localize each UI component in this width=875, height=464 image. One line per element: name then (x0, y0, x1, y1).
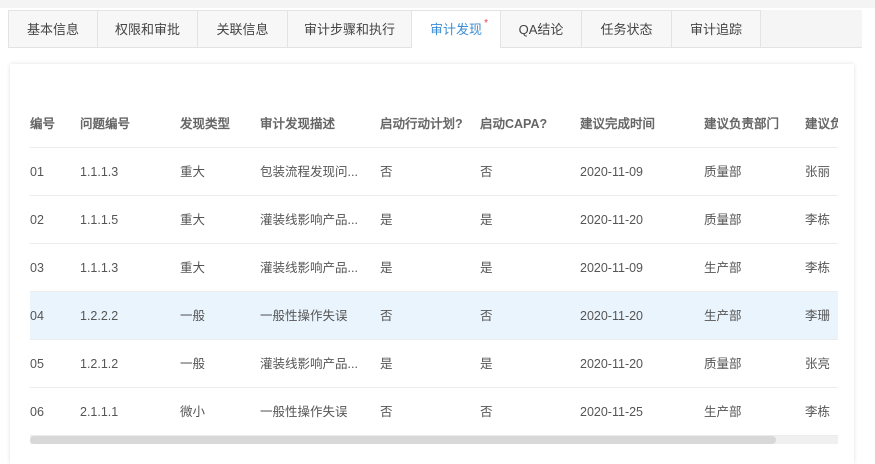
findings-panel: 编号 问题编号 发现类型 审计发现描述 启动行动计划? 启动CAPA? 建议完成… (10, 64, 854, 464)
table-cell: 2020-11-20 (580, 309, 644, 323)
table-cell: 包装流程发现问... (260, 165, 358, 179)
table-cell: 微小 (180, 405, 206, 419)
tab-label: 基本信息 (26, 22, 79, 37)
table-row[interactable]: 03 1.1.1.3 重大 灌装线影响产品... 是 是 2020-11-09 … (30, 244, 838, 292)
tab-related-info[interactable]: 关联信息 (197, 10, 288, 47)
column-header[interactable]: 审计发现描述 (260, 100, 372, 148)
table-cell: 04 (30, 309, 44, 323)
table-cell: 是 (480, 357, 493, 371)
tab-label: 关联信息 (216, 22, 269, 37)
table-cell: 重大 (180, 261, 206, 275)
table-row[interactable]: 05 1.2.1.2 一般 灌装线影响产品... 是 是 2020-11-20 … (30, 340, 838, 388)
table-cell: 生产部 (704, 405, 742, 419)
scrollbar-thumb[interactable] (30, 436, 776, 444)
table-cell: 否 (380, 405, 393, 419)
table-cell: 是 (480, 261, 493, 275)
table-cell: 06 (30, 405, 44, 419)
tab-basic-info[interactable]: 基本信息 (8, 10, 98, 47)
table-cell: 是 (480, 213, 493, 227)
table-cell: 一般 (180, 309, 206, 323)
table-cell: 01 (30, 165, 44, 179)
table-cell: 生产部 (704, 261, 742, 275)
table-cell: 2.1.1.1 (80, 405, 119, 419)
table-row-selected[interactable]: 04 1.2.2.2 一般 一般性操作失误 否 否 2020-11-20 生产部… (30, 292, 838, 340)
table-row[interactable]: 06 2.1.1.1 微小 一般性操作失误 否 否 2020-11-25 生产部… (30, 388, 838, 436)
tab-bar: 基本信息 权限和审批 关联信息 审计步骤和执行 审计发现 * QA结论 任务状态 … (8, 10, 862, 48)
table-cell: 2020-11-20 (580, 213, 644, 227)
table-cell: 03 (30, 261, 44, 275)
tab-label: QA结论 (518, 22, 564, 37)
table-cell: 张丽 (805, 165, 831, 179)
column-header[interactable]: 编号 (30, 100, 70, 148)
table-cell: 否 (480, 165, 493, 179)
table-cell: 1.1.1.3 (80, 165, 119, 179)
tab-label: 审计步骤和执行 (303, 22, 395, 37)
column-header[interactable]: 建议负责部门 (704, 100, 799, 148)
table-cell: 灌装线影响产品... (260, 357, 358, 371)
column-header[interactable]: 问题编号 (80, 100, 170, 148)
table-cell: 是 (380, 261, 393, 275)
table-cell: 否 (380, 309, 393, 323)
column-header[interactable]: 发现类型 (180, 100, 250, 148)
table-header-row: 编号 问题编号 发现类型 审计发现描述 启动行动计划? 启动CAPA? 建议完成… (30, 100, 838, 148)
table-cell: 1.2.1.2 (80, 357, 119, 371)
table-cell: 李栋 (805, 405, 831, 419)
tab-audit-findings[interactable]: 审计发现 * (411, 10, 501, 48)
table-cell: 02 (30, 213, 44, 227)
table-cell: 李栋 (805, 213, 831, 227)
tab-label: 权限和审批 (114, 22, 180, 37)
column-header[interactable]: 启动行动计划? (380, 100, 475, 148)
table-cell: 李栋 (805, 261, 831, 275)
horizontal-scrollbar[interactable] (30, 436, 838, 444)
table-cell: 一般性操作失误 (260, 309, 348, 323)
tab-audit-trail[interactable]: 审计追踪 (671, 10, 761, 47)
table-cell: 2020-11-09 (580, 165, 644, 179)
table-cell: 1.2.2.2 (80, 309, 119, 323)
table-cell: 灌装线影响产品... (260, 213, 358, 227)
findings-table: 编号 问题编号 发现类型 审计发现描述 启动行动计划? 启动CAPA? 建议完成… (30, 100, 838, 444)
table-cell: 重大 (180, 165, 206, 179)
column-header[interactable]: 建议完成时间 (580, 100, 695, 148)
required-mark: * (484, 18, 488, 29)
table-cell: 否 (380, 165, 393, 179)
table-cell: 是 (380, 357, 393, 371)
table-cell: 否 (480, 309, 493, 323)
table-row[interactable]: 01 1.1.1.3 重大 包装流程发现问... 否 否 2020-11-09 … (30, 148, 838, 196)
tab-label: 审计发现 (429, 22, 482, 37)
table-cell: 05 (30, 357, 44, 371)
table-row[interactable]: 02 1.1.1.5 重大 灌装线影响产品... 是 是 2020-11-20 … (30, 196, 838, 244)
table-cell: 质量部 (704, 213, 742, 227)
table-cell: 质量部 (704, 165, 742, 179)
table-cell: 重大 (180, 213, 206, 227)
tab-qa-conclusion[interactable]: QA结论 (500, 10, 582, 47)
tab-label: 任务状态 (600, 22, 653, 37)
table-cell: 生产部 (704, 309, 742, 323)
column-header[interactable]: 启动CAPA? (480, 100, 575, 148)
table-cell: 一般 (180, 357, 206, 371)
column-header[interactable]: 建议负 (805, 100, 838, 148)
tab-label: 审计追踪 (689, 22, 742, 37)
table-cell: 质量部 (704, 357, 742, 371)
tab-task-status[interactable]: 任务状态 (581, 10, 672, 47)
table-cell: 2020-11-25 (580, 405, 644, 419)
window-top-bar (0, 0, 875, 8)
audit-window: 基本信息 权限和审批 关联信息 审计步骤和执行 审计发现 * QA结论 任务状态 … (0, 0, 875, 464)
table-cell: 否 (480, 405, 493, 419)
table-cell: 是 (380, 213, 393, 227)
table-cell: 1.1.1.3 (80, 261, 119, 275)
tab-audit-steps[interactable]: 审计步骤和执行 (287, 10, 412, 47)
table-cell: 2020-11-20 (580, 357, 644, 371)
table-cell: 李珊 (805, 309, 831, 323)
tab-permissions-approval[interactable]: 权限和审批 (97, 10, 198, 47)
table-cell: 张亮 (805, 357, 831, 371)
table-cell: 一般性操作失误 (260, 405, 348, 419)
table-cell: 2020-11-09 (580, 261, 644, 275)
table-cell: 1.1.1.5 (80, 213, 119, 227)
table-cell: 灌装线影响产品... (260, 261, 358, 275)
